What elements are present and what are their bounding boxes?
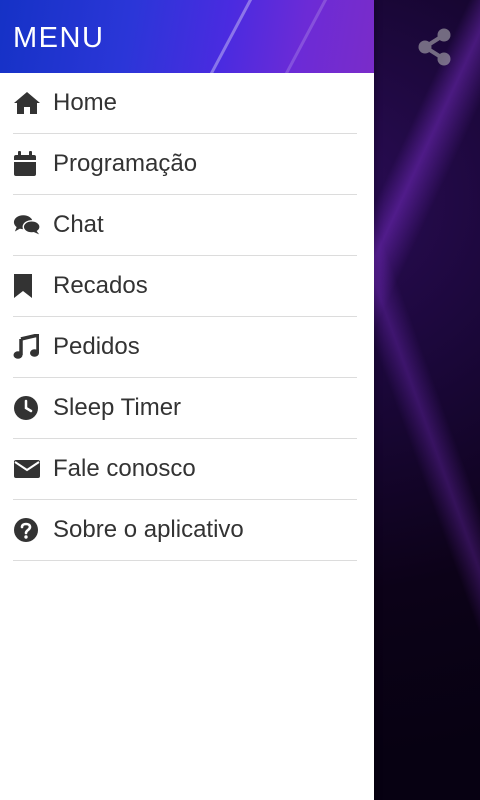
bookmark-icon bbox=[13, 272, 41, 300]
navigation-drawer: MENU Home Programação Chat Recados Pedid… bbox=[0, 0, 374, 800]
share-button[interactable] bbox=[412, 24, 458, 70]
menu-item-label: Sleep Timer bbox=[53, 394, 182, 421]
share-icon bbox=[418, 28, 451, 66]
menu-title: MENU bbox=[13, 22, 105, 54]
menu-item-label: Chat bbox=[53, 211, 104, 238]
calendar-icon bbox=[13, 150, 41, 178]
clock-icon bbox=[13, 394, 41, 422]
menu-item-label: Recados bbox=[53, 272, 148, 299]
menu-item-programacao[interactable]: Programação bbox=[13, 134, 357, 195]
envelope-icon bbox=[13, 455, 41, 483]
menu-item-home[interactable]: Home bbox=[13, 73, 357, 134]
menu-item-recados[interactable]: Recados bbox=[13, 256, 357, 317]
menu-item-fale-conosco[interactable]: Fale conosco bbox=[13, 439, 357, 500]
menu-item-pedidos[interactable]: Pedidos bbox=[13, 317, 357, 378]
menu-item-label: Pedidos bbox=[53, 333, 140, 360]
music-note-icon bbox=[13, 333, 41, 361]
question-circle-icon bbox=[13, 516, 41, 544]
menu-item-label: Programação bbox=[53, 150, 198, 177]
menu-item-sleep-timer[interactable]: Sleep Timer bbox=[13, 378, 357, 439]
menu-item-label: Home bbox=[53, 89, 118, 116]
home-icon bbox=[13, 89, 41, 117]
menu-list: Home Programação Chat Recados Pedidos Sl… bbox=[0, 73, 374, 561]
drawer-header: MENU bbox=[0, 0, 374, 73]
chat-icon bbox=[13, 211, 41, 239]
menu-item-chat[interactable]: Chat bbox=[13, 195, 357, 256]
menu-item-label: Sobre o aplicativo bbox=[53, 516, 244, 543]
menu-item-label: Fale conosco bbox=[53, 455, 196, 482]
menu-item-sobre[interactable]: Sobre o aplicativo bbox=[13, 500, 357, 561]
